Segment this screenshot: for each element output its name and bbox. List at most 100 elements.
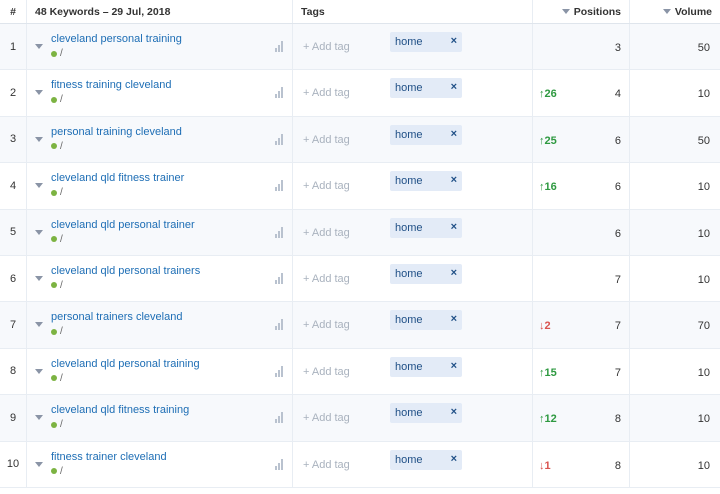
expand-caret-icon[interactable] <box>35 229 43 235</box>
keyword-link[interactable]: fitness training cleveland <box>51 79 171 91</box>
header-volume[interactable]: Volume <box>630 0 720 23</box>
row-number: 8 <box>0 348 27 395</box>
add-tag-button[interactable]: + Add tag <box>303 41 350 53</box>
volume-cell: 10 <box>630 395 720 440</box>
add-tag-button[interactable]: + Add tag <box>303 87 350 99</box>
tag-chip: home × <box>390 78 462 99</box>
sort-down-icon[interactable] <box>662 9 671 14</box>
tag-label: home <box>395 175 423 188</box>
row-number: 1 <box>0 24 27 70</box>
add-tag-button[interactable]: + Add tag <box>303 319 350 331</box>
expand-caret-icon[interactable] <box>35 415 43 421</box>
keyword-path: / <box>60 187 63 199</box>
tag-chip: home × <box>390 310 462 331</box>
remove-tag-icon[interactable]: × <box>451 35 457 47</box>
keyword-url: / <box>51 326 63 337</box>
expand-caret-icon[interactable] <box>35 183 43 189</box>
volume-cell: 50 <box>630 117 720 162</box>
remove-tag-icon[interactable]: × <box>451 174 457 186</box>
chart-bars-icon[interactable] <box>275 180 284 192</box>
remove-tag-icon[interactable]: × <box>451 267 457 279</box>
expand-caret-icon[interactable] <box>35 136 43 142</box>
add-tag-button[interactable]: + Add tag <box>303 273 350 285</box>
keyword-url: / <box>51 280 63 291</box>
status-dot-icon <box>51 96 57 103</box>
keyword-link[interactable]: cleveland qld fitness training <box>51 404 189 416</box>
keyword-link[interactable]: cleveland qld personal trainers <box>51 265 200 277</box>
chart-bars-icon[interactable] <box>275 226 284 238</box>
chart-bars-icon[interactable] <box>275 41 284 52</box>
remove-tag-icon[interactable]: × <box>451 453 457 465</box>
add-tag-button[interactable]: + Add tag <box>303 412 350 424</box>
row-number: 9 <box>0 395 27 441</box>
volume-cell: 50 <box>630 24 720 69</box>
keyword-cell: cleveland personal training / <box>27 24 293 70</box>
keyword-url: / <box>51 187 63 198</box>
tags-cell: + Add tag home × <box>293 302 533 348</box>
position-change: ↑25 <box>539 134 557 147</box>
remove-tag-icon[interactable]: × <box>451 128 457 140</box>
sort-down-icon[interactable] <box>561 9 570 14</box>
keyword-link[interactable]: cleveland qld personal training <box>51 358 200 370</box>
keyword-link[interactable]: cleveland personal training <box>51 33 182 45</box>
expand-caret-icon[interactable] <box>35 44 43 49</box>
row-number: 7 <box>0 302 27 348</box>
remove-tag-icon[interactable]: × <box>451 313 457 325</box>
keyword-path: / <box>60 326 63 338</box>
keyword-cell: fitness trainer cleveland / <box>27 441 293 487</box>
chart-bars-icon[interactable] <box>275 133 284 145</box>
tag-chip: home × <box>390 171 462 192</box>
tag-chip: home × <box>390 449 462 470</box>
remove-tag-icon[interactable]: × <box>451 221 457 233</box>
header-volume-label[interactable]: Volume <box>675 6 712 18</box>
chart-bars-icon[interactable] <box>275 87 284 99</box>
tag-chip: home × <box>390 403 462 424</box>
add-tag-button[interactable]: + Add tag <box>303 227 350 239</box>
header-keywords: 48 Keywords – 29 Jul, 2018 <box>27 0 293 23</box>
positions-cell: 3 <box>533 24 630 70</box>
expand-caret-icon[interactable] <box>35 368 43 374</box>
add-tag-button[interactable]: + Add tag <box>303 459 350 471</box>
position-value: 7 <box>614 366 621 379</box>
volume-value: 10 <box>697 366 710 379</box>
keyword-url: / <box>51 234 63 245</box>
chart-bars-icon[interactable] <box>275 412 284 424</box>
remove-tag-icon[interactable]: × <box>451 406 457 418</box>
chart-bars-icon[interactable] <box>275 319 284 331</box>
expand-caret-icon[interactable] <box>35 275 43 281</box>
expand-caret-icon[interactable] <box>35 322 43 328</box>
remove-tag-icon[interactable]: × <box>451 360 457 372</box>
row-number: 2 <box>0 70 27 116</box>
status-dot-icon <box>51 143 57 150</box>
chart-bars-icon[interactable] <box>275 458 284 470</box>
add-tag-button[interactable]: + Add tag <box>303 366 350 378</box>
expand-caret-icon[interactable] <box>35 90 43 96</box>
tag-chip: home × <box>390 356 462 377</box>
keyword-path: / <box>60 233 63 245</box>
keyword-link[interactable]: fitness trainer cleveland <box>51 451 167 463</box>
keyword-path: / <box>60 48 63 59</box>
keyword-path: / <box>60 94 63 106</box>
keywords-table: # 48 Keywords – 29 Jul, 2018 Tags Positi… <box>0 0 720 488</box>
expand-caret-icon[interactable] <box>35 461 43 467</box>
status-dot-icon <box>51 375 57 382</box>
add-tag-button[interactable]: + Add tag <box>303 180 350 192</box>
remove-tag-icon[interactable]: × <box>451 81 457 93</box>
keyword-link[interactable]: personal trainers cleveland <box>51 311 182 323</box>
chart-bars-icon[interactable] <box>275 365 284 377</box>
keyword-link[interactable]: cleveland qld fitness trainer <box>51 172 184 184</box>
tag-label: home <box>395 314 423 327</box>
status-dot-icon <box>51 468 57 475</box>
table-header: # 48 Keywords – 29 Jul, 2018 Tags Positi… <box>0 0 720 24</box>
keyword-link[interactable]: personal training cleveland <box>51 126 182 138</box>
header-positions-label[interactable]: Positions <box>574 6 621 18</box>
add-tag-button[interactable]: + Add tag <box>303 134 350 146</box>
status-dot-icon <box>51 421 57 428</box>
keyword-path: / <box>60 372 63 384</box>
tag-label: home <box>395 360 423 373</box>
positions-cell: 7 <box>533 255 630 302</box>
keyword-path: / <box>60 465 63 477</box>
chart-bars-icon[interactable] <box>275 272 284 284</box>
keyword-link[interactable]: cleveland qld personal trainer <box>51 219 195 231</box>
header-positions[interactable]: Positions <box>533 0 630 23</box>
